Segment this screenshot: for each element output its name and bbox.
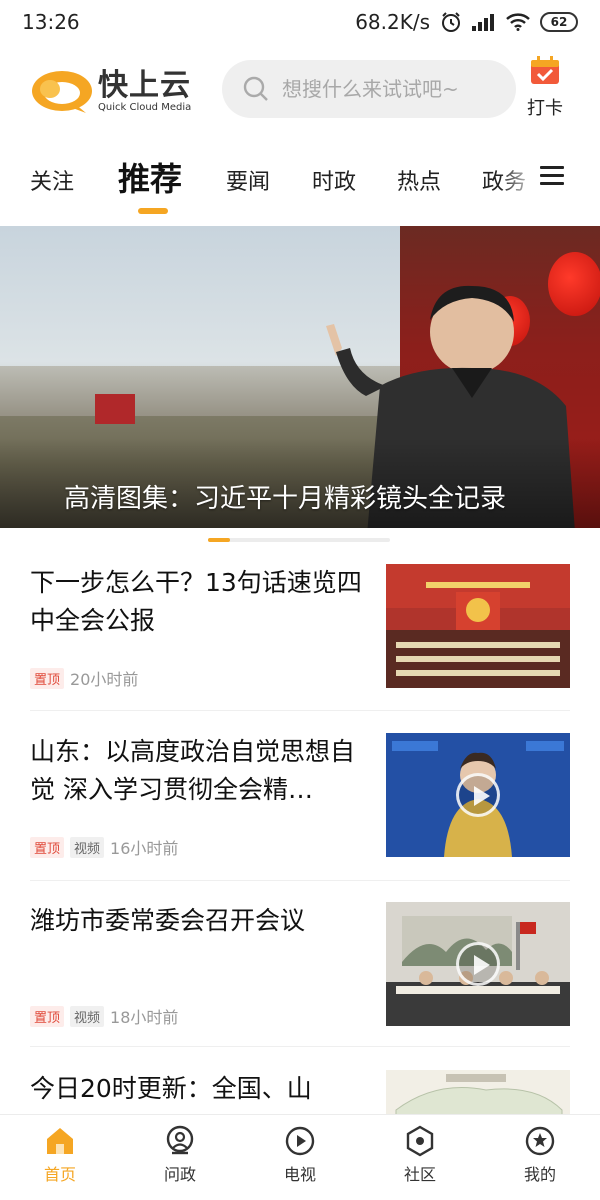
- inquiry-icon: [166, 1125, 194, 1155]
- pinned-tag: 置顶: [30, 667, 65, 689]
- wifi-icon: [506, 13, 530, 31]
- battery-icon: 62: [540, 12, 578, 32]
- banner-screen: [95, 394, 135, 424]
- carousel-indicator: [208, 538, 390, 542]
- community-icon: [406, 1125, 434, 1157]
- app-logo: 快上云 Quick Cloud Media: [28, 62, 208, 122]
- search-bar[interactable]: [222, 60, 516, 118]
- tabs-menu-button[interactable]: [540, 166, 564, 190]
- network-speed: 68.2K/s: [355, 10, 430, 34]
- logo-subtitle: Quick Cloud Media: [98, 102, 192, 113]
- video-tag: 视频: [70, 1005, 105, 1027]
- tab-headlines[interactable]: 要闻: [226, 164, 270, 196]
- divider: [30, 880, 570, 881]
- nav-community-label: 社区: [403, 1165, 436, 1184]
- logo-name: 快上云: [98, 68, 191, 103]
- tab-politics[interactable]: 时政: [312, 164, 356, 196]
- tab-follow[interactable]: 关注: [30, 164, 74, 196]
- nav-profile[interactable]: 我的: [480, 1115, 600, 1200]
- carousel-indicator-active: [208, 538, 230, 542]
- news-thumbnail: [386, 564, 570, 688]
- status-icons: 68.2K/s 62: [355, 10, 578, 34]
- divider: [30, 1046, 570, 1047]
- search-icon: [243, 76, 268, 101]
- banner-carousel[interactable]: 高清图集：习近平十月精彩镜头全记录: [0, 226, 600, 528]
- calendar-check-icon: [531, 56, 559, 84]
- signal-icon: [472, 14, 494, 31]
- tab-recommend[interactable]: 推荐: [118, 154, 182, 200]
- news-item[interactable]: 潍坊市委常委会召开会议 置顶 视频 18小时前: [30, 902, 570, 1027]
- news-thumbnail: [386, 1070, 570, 1116]
- nav-home-label: 首页: [43, 1165, 76, 1184]
- cloud-logo-icon: [32, 71, 92, 113]
- bottom-navigation: 首页 问政 电视 社区 我的: [0, 1114, 600, 1200]
- nav-tv[interactable]: 电视: [240, 1115, 360, 1200]
- news-time: 16小时前: [110, 839, 179, 858]
- status-time: 13:26: [22, 10, 80, 34]
- checkin-label: 打卡: [527, 98, 563, 119]
- divider: [30, 710, 570, 711]
- video-tag: 视频: [70, 836, 105, 858]
- app-header: 快上云 Quick Cloud Media 打卡: [0, 48, 600, 138]
- nav-community[interactable]: 社区: [360, 1115, 480, 1200]
- play-icon[interactable]: [456, 942, 500, 986]
- search-input[interactable]: [282, 77, 502, 101]
- pinned-tag: 置顶: [30, 836, 65, 858]
- checkin-button[interactable]: 打卡: [522, 54, 568, 124]
- nav-profile-label: 我的: [523, 1165, 556, 1184]
- news-meta: 置顶 视频 18小时前: [30, 1004, 178, 1028]
- news-title: 潍坊市委常委会召开会议: [30, 906, 306, 935]
- news-time: 18小时前: [110, 1008, 179, 1027]
- news-meta: 置顶 视频 16小时前: [30, 835, 178, 859]
- nav-home[interactable]: 首页: [0, 1115, 120, 1200]
- tab-hot[interactable]: 热点: [397, 164, 441, 196]
- news-item[interactable]: 下一步怎么干？13句话速览四中全会公报 置顶 20小时前: [30, 564, 570, 689]
- home-icon: [47, 1128, 73, 1154]
- banner-caption: 高清图集：习近平十月精彩镜头全记录: [64, 484, 507, 514]
- news-thumbnail: [386, 733, 570, 857]
- news-title: 山东：以高度政治自觉思想自觉 深入学习贯彻全会精…: [30, 737, 356, 804]
- alarm-icon: [442, 12, 460, 32]
- active-tab-indicator: [138, 208, 168, 214]
- nav-inquiry-label: 问政: [163, 1165, 196, 1184]
- status-bar: 13:26 68.2K/s 62: [0, 0, 600, 44]
- tv-play-icon: [285, 1126, 315, 1156]
- news-thumbnail: [386, 902, 570, 1026]
- tab-fade: [500, 150, 540, 220]
- profile-icon: [525, 1126, 555, 1156]
- pinned-tag: 置顶: [30, 1005, 65, 1027]
- news-time: 20小时前: [70, 670, 139, 689]
- nav-inquiry[interactable]: 问政: [120, 1115, 240, 1200]
- news-title: 下一步怎么干？13句话速览四中全会公报: [30, 568, 362, 635]
- nav-tv-label: 电视: [283, 1165, 316, 1184]
- play-icon[interactable]: [456, 773, 500, 817]
- category-tabs: 关注 推荐 要闻 时政 热点 政务: [0, 150, 600, 220]
- news-meta: 置顶 20小时前: [30, 666, 138, 690]
- news-item[interactable]: 山东：以高度政治自觉思想自觉 深入学习贯彻全会精… 置顶 视频 16小时前: [30, 733, 570, 858]
- news-title: 今日20时更新：全国、山: [30, 1074, 312, 1103]
- news-item[interactable]: 今日20时更新：全国、山: [30, 1070, 570, 1116]
